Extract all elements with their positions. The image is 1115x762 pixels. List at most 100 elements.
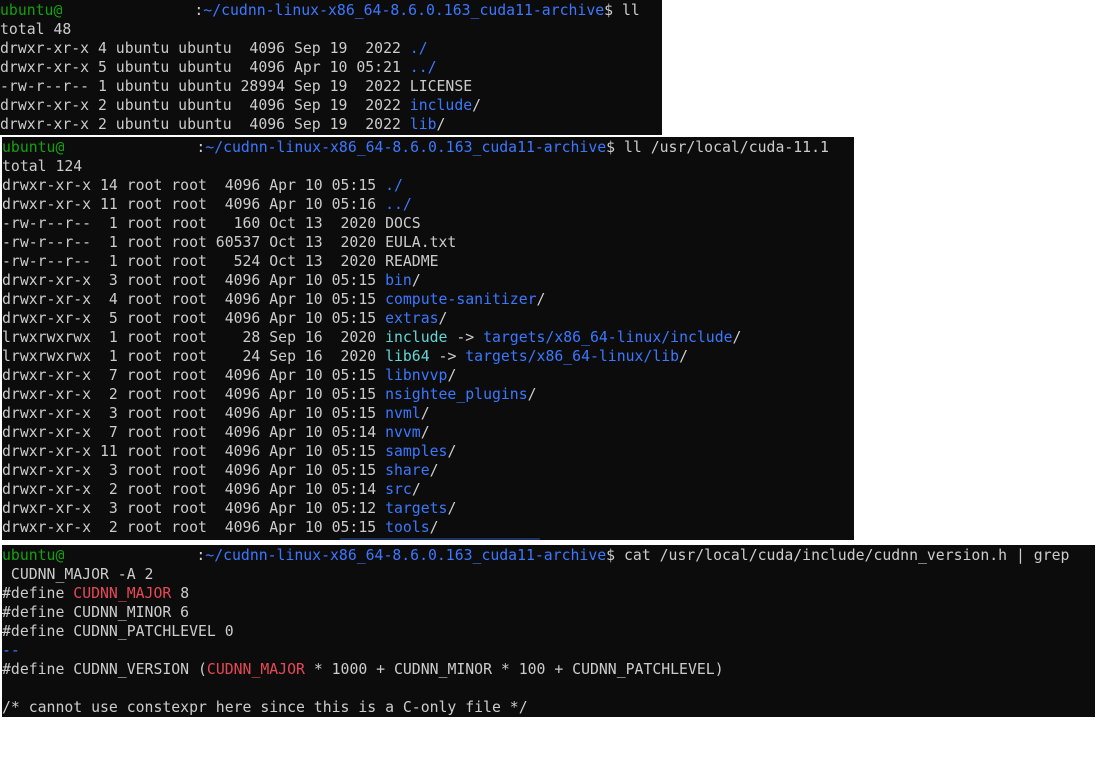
entry-name: README bbox=[385, 253, 439, 270]
entry-suffix: / bbox=[527, 386, 537, 403]
listing-row: drwxr-xr-x 4 root root 4096 Apr 10 05:15… bbox=[2, 290, 829, 309]
listing-row: -rw-r--r-- 1 ubuntu ubuntu 28994 Sep 19 … bbox=[0, 77, 640, 96]
entry-name: lib bbox=[409, 116, 437, 133]
listing-row: drwxr-xr-x 3 root root 4096 Apr 10 05:15… bbox=[2, 404, 829, 423]
command-text: cat /usr/local/cuda/include/cudnn_versio… bbox=[615, 547, 1070, 564]
entry-suffix: / bbox=[420, 405, 430, 422]
entry-suffix: / bbox=[438, 310, 448, 327]
command-text: ll bbox=[613, 2, 640, 19]
entry-suffix: / bbox=[679, 348, 688, 365]
entry-suffix: / bbox=[472, 97, 482, 114]
output-line-minor: #define CUDNN_MINOR 6 bbox=[2, 604, 190, 621]
listing-row: drwxr-xr-x 5 ubuntu ubuntu 4096 Apr 10 0… bbox=[0, 58, 640, 77]
entry-suffix: / bbox=[447, 500, 457, 517]
entry-suffix: / bbox=[429, 462, 439, 479]
entry-meta: drwxr-xr-x 2 ubuntu ubuntu 4096 Sep 19 2… bbox=[0, 97, 410, 114]
entry-meta: drwxr-xr-x 4 root root 4096 Apr 10 05:15 bbox=[2, 291, 386, 308]
command-wrap-line: CUDNN_MAJOR -A 2 bbox=[2, 566, 154, 583]
entry-name: include bbox=[385, 329, 448, 346]
prompt-line: ubuntu@:~/cudnn-linux-x86_64-8.6.0.163_c… bbox=[0, 1, 640, 20]
link-arrow: -> bbox=[429, 348, 466, 365]
major-value: 8 bbox=[171, 585, 190, 602]
command-text: ll /usr/local/cuda-11.1 bbox=[615, 139, 829, 156]
grep-group-separator: -- bbox=[2, 642, 20, 659]
listing-row: drwxr-xr-x 11 root root 4096 Apr 10 05:1… bbox=[2, 442, 829, 461]
listing-row: drwxr-xr-x 2 ubuntu ubuntu 4096 Sep 19 2… bbox=[0, 115, 640, 134]
entry-name: extras bbox=[385, 310, 439, 327]
listing-row: -rw-r--r-- 1 root root 160 Oct 13 2020 D… bbox=[2, 214, 829, 233]
listing-row: drwxr-xr-x 3 root root 4096 Apr 10 05:15… bbox=[2, 461, 829, 480]
entry-suffix: / bbox=[447, 367, 457, 384]
listing-row: drwxr-xr-x 4 ubuntu ubuntu 4096 Sep 19 2… bbox=[0, 39, 640, 58]
listing-total: total 124 bbox=[2, 158, 83, 175]
entry-meta: drwxr-xr-x 3 root root 4096 Apr 10 05:15 bbox=[2, 272, 386, 289]
entry-name: DOCS bbox=[385, 215, 421, 232]
entry-suffix: / bbox=[436, 116, 446, 133]
prompt-cwd: ~/cudnn-linux-x86_64-8.6.0.163_cuda11-ar… bbox=[205, 139, 607, 156]
entry-name: samples bbox=[385, 443, 448, 460]
prompt-line: ubuntu@:~/cudnn-linux-x86_64-8.6.0.163_c… bbox=[2, 138, 829, 157]
prompt-line: ubuntu@:~/cudnn-linux-x86_64-8.6.0.163_c… bbox=[2, 546, 1069, 565]
entry-name: EULA.txt bbox=[385, 234, 457, 251]
prompt-separator: : bbox=[196, 547, 206, 564]
listing-row: lrwxrwxrwx 1 root root 24 Sep 16 2020 li… bbox=[2, 347, 829, 366]
entry-name: ../ bbox=[409, 59, 437, 76]
entry-meta: -rw-r--r-- 1 ubuntu ubuntu 28994 Sep 19 … bbox=[0, 78, 410, 95]
entry-name: targets bbox=[385, 500, 448, 517]
listing-row: drwxr-xr-x 3 root root 4096 Apr 10 05:12… bbox=[2, 499, 829, 518]
output-line-version: #define CUDNN_VERSION (CUDNN_MAJOR * 100… bbox=[2, 660, 1069, 679]
entry-meta: -rw-r--r-- 1 root root 60537 Oct 13 2020 bbox=[2, 234, 386, 251]
prompt-separator: : bbox=[196, 139, 206, 156]
entry-name: compute-sanitizer bbox=[385, 291, 537, 308]
entry-meta: drwxr-xr-x 3 root root 4096 Apr 10 05:15 bbox=[2, 462, 386, 479]
prompt-user: ubuntu@ bbox=[2, 139, 65, 156]
version-prefix: #define CUDNN_VERSION ( bbox=[2, 661, 207, 678]
define-keyword: #define bbox=[2, 585, 74, 602]
entry-name: src bbox=[385, 481, 412, 498]
entry-meta: drwxr-xr-x 11 root root 4096 Apr 10 05:1… bbox=[2, 443, 386, 460]
listing-row: drwxr-xr-x 2 ubuntu ubuntu 4096 Sep 19 2… bbox=[0, 96, 640, 115]
listing-row: drwxr-xr-x 7 root root 4096 Apr 10 05:15… bbox=[2, 366, 829, 385]
entry-suffix: / bbox=[420, 424, 430, 441]
entry-meta: drwxr-xr-x 3 root root 4096 Apr 10 05:12 bbox=[2, 500, 386, 517]
terminal-block-ll: ubuntu@:~/cudnn-linux-x86_64-8.6.0.163_c… bbox=[0, 0, 662, 135]
listing-row: -rw-r--r-- 1 root root 524 Oct 13 2020 R… bbox=[2, 252, 829, 271]
entry-meta: drwxr-xr-x 11 root root 4096 Apr 10 05:1… bbox=[2, 196, 386, 213]
link-target: targets/x86_64-linux/lib bbox=[465, 348, 680, 365]
entry-meta: drwxr-xr-x 5 root root 4096 Apr 10 05:15 bbox=[2, 310, 386, 327]
entry-suffix: / bbox=[536, 291, 546, 308]
entry-meta: -rw-r--r-- 1 root root 524 Oct 13 2020 bbox=[2, 253, 386, 270]
output-line-comment: /* cannot use constexpr here since this … bbox=[2, 699, 528, 716]
entry-name: LICENSE bbox=[409, 78, 473, 95]
listing-row: drwxr-xr-x 2 root root 4096 Apr 10 05:14… bbox=[2, 480, 829, 499]
entry-meta: drwxr-xr-x 5 ubuntu ubuntu 4096 Apr 10 0… bbox=[0, 59, 410, 76]
listing-row: -rw-r--r-- 1 root root 60537 Oct 13 2020… bbox=[2, 233, 829, 252]
entry-name: nsightee_plugins bbox=[385, 386, 528, 403]
listing-row: drwxr-xr-x 3 root root 4096 Apr 10 05:15… bbox=[2, 271, 829, 290]
listing-row: drwxr-xr-x 5 root root 4096 Apr 10 05:15… bbox=[2, 309, 829, 328]
listing-row: drwxr-xr-x 2 root root 4096 Apr 10 05:15… bbox=[2, 385, 829, 404]
output-line-patch: #define CUDNN_PATCHLEVEL 0 bbox=[2, 623, 234, 640]
prompt-cwd: ~/cudnn-linux-x86_64-8.6.0.163_cuda11-ar… bbox=[203, 2, 605, 19]
link-arrow: -> bbox=[447, 329, 484, 346]
listing-row: drwxr-xr-x 7 root root 4096 Apr 10 05:14… bbox=[2, 423, 829, 442]
entry-name: nvml bbox=[385, 405, 421, 422]
entry-meta: drwxr-xr-x 4 ubuntu ubuntu 4096 Sep 19 2… bbox=[0, 40, 410, 57]
entry-meta: -rw-r--r-- 1 root root 160 Oct 13 2020 bbox=[2, 215, 386, 232]
prompt-separator: : bbox=[194, 2, 204, 19]
terminal-block-grep: ubuntu@:~/cudnn-linux-x86_64-8.6.0.163_c… bbox=[2, 545, 1095, 717]
entry-meta: drwxr-xr-x 3 root root 4096 Apr 10 05:15 bbox=[2, 405, 386, 422]
entry-name: ./ bbox=[409, 40, 428, 57]
entry-meta: drwxr-xr-x 2 root root 4096 Apr 10 05:15 bbox=[2, 519, 386, 536]
link-target: targets/x86_64-linux/include bbox=[483, 329, 733, 346]
entry-name: tools bbox=[385, 519, 430, 536]
listing-total: total 48 bbox=[0, 21, 72, 38]
prompt-cwd: ~/cudnn-linux-x86_64-8.6.0.163_cuda11-ar… bbox=[205, 547, 607, 564]
entry-meta: drwxr-xr-x 2 ubuntu ubuntu 4096 Sep 19 2… bbox=[0, 116, 410, 133]
terminal-block-ll-cuda: ubuntu@:~/cudnn-linux-x86_64-8.6.0.163_c… bbox=[2, 137, 854, 540]
prompt-symbol: $ bbox=[604, 2, 614, 19]
entry-meta: drwxr-xr-x 2 root root 4096 Apr 10 05:15 bbox=[2, 386, 386, 403]
entry-suffix: / bbox=[429, 519, 439, 536]
entry-meta: drwxr-xr-x 2 root root 4096 Apr 10 05:14 bbox=[2, 481, 386, 498]
